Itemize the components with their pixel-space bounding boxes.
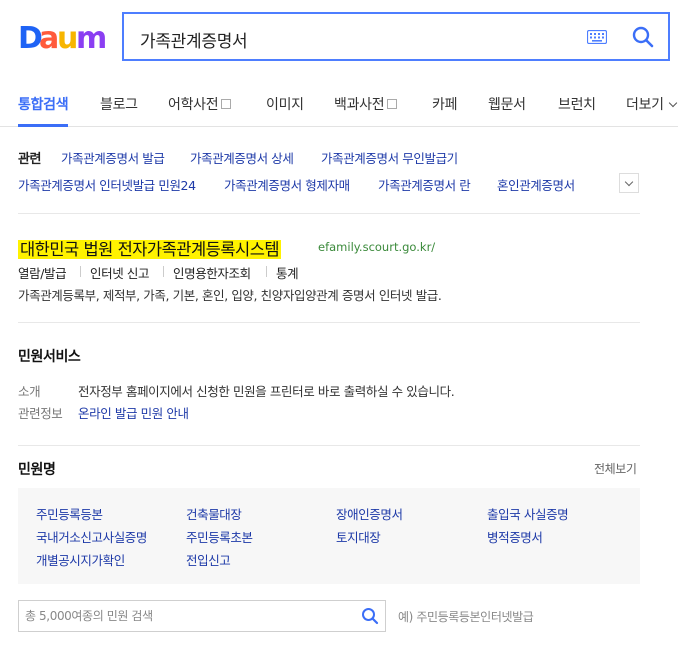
list-item[interactable]: 국내거소신고사실증명 — [36, 527, 147, 546]
list-item[interactable]: 출입국 사실증명 — [487, 504, 569, 523]
checkbox-icon[interactable] — [387, 99, 398, 109]
tab-more[interactable]: 더보기 — [626, 94, 677, 114]
list-item[interactable]: 병적증명서 — [487, 527, 543, 546]
sublink[interactable]: 통계 — [276, 263, 299, 282]
related-info-link[interactable]: 온라인 발급 민원 안내 — [78, 403, 189, 422]
civil-title: 민원명 — [18, 462, 56, 478]
related-link[interactable]: 가족관계증명서 발급 — [61, 148, 165, 167]
site-result-title[interactable]: 대한민국 법원 전자가족관계등록시스템 — [18, 236, 282, 260]
tab-encyclopedia[interactable]: 백과사전 — [334, 94, 398, 114]
tab-web-docs[interactable]: 웹문서 — [488, 94, 526, 114]
search-icon[interactable] — [361, 607, 379, 625]
list-item[interactable]: 주민등록초본 — [186, 527, 253, 546]
civil-search-box — [18, 600, 386, 632]
related-link[interactable]: 가족관계증명서 란 — [378, 175, 471, 194]
list-item[interactable]: 토지대장 — [336, 527, 381, 546]
search-box[interactable]: 가족관계증명서 — [122, 12, 670, 61]
tab-cafe[interactable]: 카페 — [432, 94, 457, 114]
sublink[interactable]: 인터넷 신고 — [90, 263, 149, 282]
service-title: 민원서비스 — [18, 349, 81, 365]
separator — [266, 266, 267, 277]
divider — [18, 445, 640, 446]
search-example: 예) 주민등록등본인터넷발급 — [398, 610, 534, 624]
search-icon[interactable] — [632, 26, 654, 48]
sublink[interactable]: 열람/발급 — [18, 263, 67, 282]
daum-logo[interactable]: D a u m — [18, 20, 108, 54]
related-title: 관련 — [18, 152, 42, 167]
search-input[interactable]: 가족관계증명서 — [140, 27, 248, 52]
divider — [18, 322, 640, 323]
chevron-down-icon — [624, 177, 634, 187]
related-expand-button[interactable] — [619, 173, 639, 193]
chevron-down-icon — [668, 98, 677, 108]
tab-integrated[interactable]: 통합검색 — [18, 94, 69, 114]
intro-label: 소개 — [18, 384, 41, 399]
tab-brunch[interactable]: 브런치 — [558, 94, 596, 114]
related-link[interactable]: 혼인관계증명서 — [497, 175, 575, 194]
view-all-link[interactable]: 전체보기 — [594, 460, 637, 477]
keyboard-icon[interactable] — [587, 30, 607, 44]
divider — [18, 213, 640, 214]
related-link[interactable]: 가족관계증명서 상세 — [190, 148, 294, 167]
header: D a u m 가족관계증명서 — [0, 0, 678, 80]
related-info-label: 관련정보 — [18, 406, 63, 421]
list-item[interactable]: 전입신고 — [186, 550, 231, 569]
svg-text:m: m — [76, 21, 107, 54]
tab-images[interactable]: 이미지 — [266, 94, 304, 114]
list-item[interactable]: 주민등록등본 — [36, 504, 103, 523]
search-tabs: 통합검색 블로그 어학사전 이미지 백과사전 카페 웹문서 브런치 더보기 — [0, 80, 678, 127]
intro-text: 전자정부 홈페이지에서 신청한 민원을 프린터로 바로 출력하실 수 있습니다. — [78, 384, 455, 399]
tab-dictionary[interactable]: 어학사전 — [168, 94, 232, 114]
list-item[interactable]: 건축물대장 — [186, 504, 242, 523]
sublink[interactable]: 인명용한자조회 — [173, 263, 251, 282]
related-link[interactable]: 가족관계증명서 형제자매 — [224, 175, 350, 194]
related-link[interactable]: 가족관계증명서 무인발급기 — [321, 148, 458, 167]
site-description: 가족관계등록부, 제적부, 가족, 기본, 혼인, 입양, 친양자입양관계 증명… — [18, 288, 442, 303]
civil-search-input[interactable] — [25, 607, 345, 625]
related-link[interactable]: 가족관계증명서 인터넷발급 민원24 — [18, 175, 196, 194]
list-item[interactable]: 장애인증명서 — [336, 504, 403, 523]
checkbox-icon[interactable] — [221, 99, 232, 109]
civil-list: 주민등록등본 건축물대장 장애인증명서 출입국 사실증명 국내거소신고사실증명 … — [18, 488, 640, 584]
separator — [80, 266, 81, 277]
site-url[interactable]: efamily.scourt.go.kr/ — [318, 240, 435, 254]
separator — [163, 266, 164, 277]
active-tab-indicator — [18, 124, 68, 127]
tab-blog[interactable]: 블로그 — [100, 94, 138, 114]
list-item[interactable]: 개별공시지가확인 — [36, 550, 125, 569]
